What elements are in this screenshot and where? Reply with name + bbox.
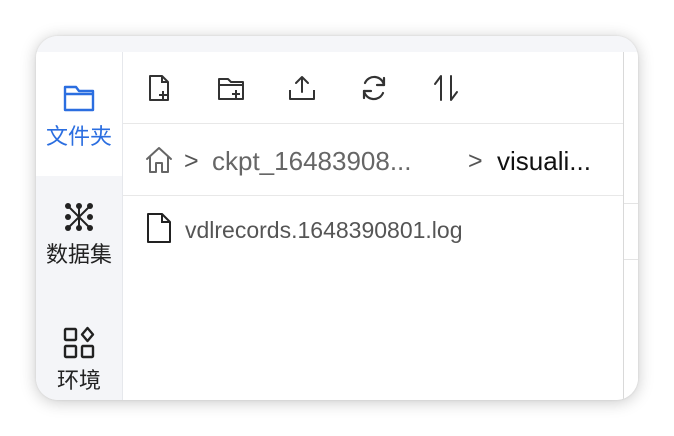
right-panel-edge [623,52,638,400]
divider [624,259,638,260]
breadcrumb-item-ckpt[interactable]: ckpt_16483908... [212,146,448,176]
folder-icon [63,85,95,112]
file-name: vdlrecords.1648390801.log [185,217,463,243]
sort-icon [434,75,458,101]
toolbar [123,52,623,124]
sidebar-item-dataset[interactable]: 数据集 [36,200,122,300]
new-file-icon [149,75,169,101]
sidebar-item-label: 文件夹 [45,124,112,149]
sidebar-item-environment[interactable]: 环境 [36,326,122,400]
refresh-button[interactable] [358,72,390,104]
sidebar-item-label: 数据集 [45,242,112,267]
breadcrumb-separator: > [184,147,199,175]
upload-icon [289,76,315,100]
divider [624,203,638,204]
upload-button[interactable] [286,72,318,104]
breadcrumb-item-current[interactable]: visuali... [497,146,607,176]
sort-button[interactable] [430,72,462,104]
home-icon [146,147,172,173]
breadcrumb-home[interactable] [144,145,174,175]
refresh-icon [362,75,386,101]
new-folder-icon [218,78,244,100]
file-list-item[interactable]: vdlrecords.1648390801.log [123,196,623,248]
sidebar-item-folder[interactable]: 文件夹 [36,52,122,176]
file-browser-window: 文件夹 数据集 环境 > ckpt_16483908... > visuali.… [36,36,638,400]
main-panel: > ckpt_16483908... > visuali... vdlrecor… [123,52,623,400]
breadcrumb: > ckpt_16483908... > visuali... [123,124,623,196]
sidebar-item-label: 环境 [56,368,101,393]
file-icon [147,213,171,243]
new-folder-button[interactable] [215,72,247,104]
dataset-icon [65,203,93,231]
new-file-button[interactable] [143,72,175,104]
sidebar: 文件夹 数据集 环境 [36,52,123,400]
breadcrumb-separator: > [468,147,483,175]
environment-icon [63,326,95,359]
window-top-strip [36,36,638,52]
